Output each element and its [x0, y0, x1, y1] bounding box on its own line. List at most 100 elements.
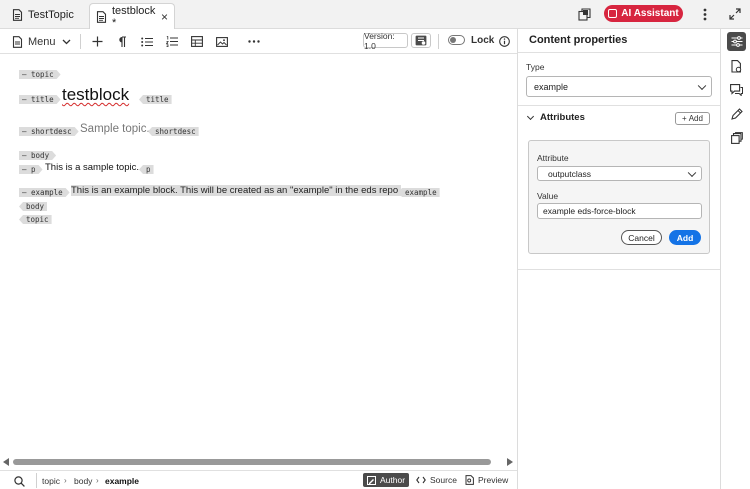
status-divider: [36, 473, 37, 488]
bulleted-list-icon[interactable]: [140, 33, 154, 50]
ai-icon: [608, 9, 618, 18]
tab-bar: TestTopic testblock * × AI Assistant: [0, 0, 750, 29]
table-icon[interactable]: [190, 33, 204, 50]
preview-label: Preview: [478, 475, 509, 485]
panel-divider: [518, 269, 720, 270]
value-input[interactable]: example eds-force-block: [537, 203, 702, 219]
copy-icon[interactable]: [576, 6, 592, 22]
chevron-down-icon: [62, 39, 71, 45]
close-icon[interactable]: ×: [161, 10, 168, 24]
type-label: Type: [526, 62, 545, 72]
menu-button[interactable]: Menu: [12, 33, 71, 50]
chevron-down-icon: [697, 81, 707, 90]
tag-shortdesc-close[interactable]: shortdesc: [148, 127, 199, 136]
tag-shortdesc-open[interactable]: — shortdesc: [19, 127, 79, 136]
tag-label: title: [31, 95, 54, 104]
tag-example-open[interactable]: — example: [19, 188, 70, 197]
horizontal-scrollbar[interactable]: [0, 456, 517, 468]
tag-p-close[interactable]: p: [139, 165, 154, 174]
paragraph-text[interactable]: This is a sample topic.: [45, 162, 139, 173]
toolbar-divider: [438, 34, 439, 49]
tag-topic-open[interactable]: — topic: [19, 70, 61, 79]
image-icon[interactable]: [215, 33, 229, 50]
attribute-label: Attribute: [537, 153, 569, 163]
shortdesc-text[interactable]: Sample topic.: [80, 123, 150, 135]
attributes-section-toggle[interactable]: Attributes: [526, 112, 585, 123]
author-icon: [367, 475, 376, 485]
preview-mode-button[interactable]: Preview: [461, 473, 512, 487]
tag-p-open[interactable]: — p: [19, 165, 43, 174]
chevron-down-icon: [687, 168, 697, 177]
add-label: Add: [688, 114, 703, 123]
version-label[interactable]: Version: 1.0: [363, 31, 408, 51]
numbered-list-icon[interactable]: [165, 33, 179, 50]
author-mode-button[interactable]: Author: [363, 473, 410, 487]
example-text[interactable]: This is an example block. This will be c…: [71, 185, 401, 196]
more-vertical-icon[interactable]: [697, 6, 713, 22]
value-label: Value: [537, 191, 559, 201]
tab-label: TestTopic: [28, 9, 74, 21]
tab-testblock[interactable]: testblock * ×: [89, 3, 175, 29]
panel-divider: [518, 105, 720, 106]
attribute-select[interactable]: outputclass: [537, 166, 702, 181]
versions-icon[interactable]: [727, 128, 746, 147]
tag-body-close[interactable]: body: [19, 202, 48, 211]
cancel-button[interactable]: Cancel: [621, 230, 662, 245]
side-rail: [720, 29, 750, 489]
source-mode-button[interactable]: Source: [412, 473, 461, 487]
comments-icon[interactable]: [727, 80, 746, 99]
editor-toolbar: Menu Version: 1.0: [0, 29, 517, 54]
tag-label: body: [31, 151, 50, 160]
scroll-right-icon[interactable]: [507, 458, 513, 466]
app-window: TestTopic testblock * × AI Assistant Men…: [0, 0, 750, 489]
breadcrumb-example[interactable]: example: [105, 476, 139, 486]
add-attribute-button[interactable]: + Add: [675, 112, 710, 125]
insert-element-icon[interactable]: [90, 33, 104, 50]
add-button[interactable]: Add: [669, 230, 701, 245]
type-select[interactable]: example: [526, 76, 712, 97]
attribute-editor: Attribute outputclass Value example eds-…: [528, 140, 710, 254]
panel-divider: [518, 52, 720, 53]
document-icon: [12, 9, 23, 21]
tag-label: p: [31, 165, 36, 174]
tag-label: topic: [31, 70, 54, 79]
pilcrow-icon[interactable]: [115, 33, 129, 50]
tag-title-open[interactable]: — title: [19, 95, 61, 104]
chevron-right-icon: ›: [96, 476, 99, 485]
tag-body-open[interactable]: — body: [19, 151, 56, 160]
title-text[interactable]: testblock: [62, 85, 129, 105]
panel-title: Content properties: [529, 34, 628, 46]
scroll-left-icon[interactable]: [3, 458, 9, 466]
status-bar: topic › body › example Author Source Pre…: [0, 470, 517, 489]
menu-icon: [12, 35, 23, 48]
expand-icon[interactable]: [727, 6, 743, 22]
edit-icon[interactable]: [727, 104, 746, 123]
editor-canvas[interactable]: — topic — title testblock title — shortd…: [0, 55, 517, 455]
value-text: example eds-force-block: [543, 206, 636, 216]
code-icon: [416, 476, 426, 484]
content-properties-panel: Content properties Type example Attribut…: [517, 29, 720, 489]
info-icon[interactable]: [496, 33, 512, 49]
tag-topic-close[interactable]: topic: [19, 215, 52, 224]
more-icon[interactable]: [247, 33, 261, 50]
scrollbar-thumb[interactable]: [13, 459, 491, 465]
tag-label: example: [31, 188, 63, 197]
ai-assistant-button[interactable]: AI Assistant: [604, 5, 683, 22]
tag-example-close[interactable]: example: [398, 188, 440, 197]
tag-title-close[interactable]: title: [139, 95, 172, 104]
breadcrumb-body[interactable]: body: [74, 476, 92, 486]
tag-label: shortdesc: [31, 127, 72, 136]
ai-assistant-label: AI Assistant: [621, 8, 679, 19]
content-properties-icon[interactable]: [727, 32, 746, 51]
attribute-value: outputclass: [548, 168, 591, 179]
version-history-icon[interactable]: [411, 33, 431, 48]
file-properties-icon[interactable]: [727, 57, 746, 76]
tab-label: testblock *: [112, 4, 156, 29]
attributes-label: Attributes: [540, 112, 585, 123]
plus-icon: +: [682, 114, 687, 123]
type-value: example: [534, 81, 569, 92]
search-icon[interactable]: [11, 473, 27, 489]
breadcrumb-topic[interactable]: topic: [42, 476, 60, 486]
tab-testtopic[interactable]: TestTopic: [6, 3, 84, 27]
lock-toggle[interactable]: [448, 35, 465, 45]
